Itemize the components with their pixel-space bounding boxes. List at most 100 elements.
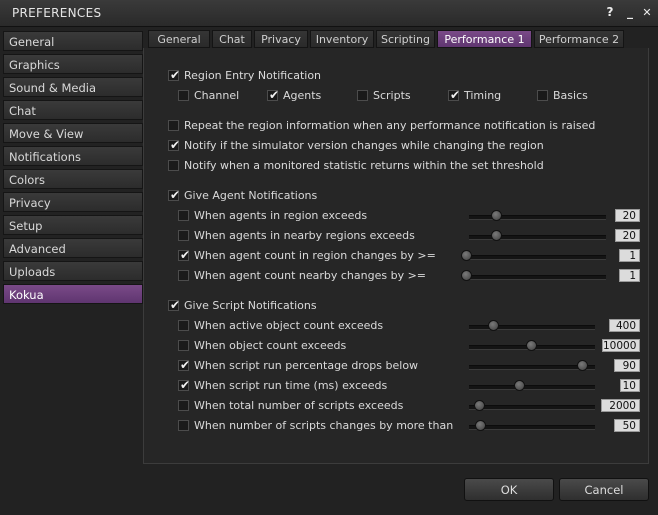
checkbox-label: Notify when a monitored statistic return… bbox=[184, 159, 544, 172]
checkbox[interactable]: ✔ bbox=[178, 248, 191, 262]
checkbox[interactable] bbox=[537, 90, 548, 101]
script-threshold-2-slider[interactable] bbox=[469, 338, 595, 354]
checkbox[interactable]: ✔ bbox=[178, 378, 191, 392]
sidebar-item-uploads[interactable]: Uploads bbox=[3, 261, 143, 281]
slider-track bbox=[469, 425, 595, 430]
tab-general[interactable]: General bbox=[148, 30, 210, 48]
checkbox-label: When active object count exceeds bbox=[194, 319, 384, 332]
checkbox[interactable]: ✔ bbox=[267, 88, 279, 102]
checkmark-icon: ✔ bbox=[169, 188, 181, 202]
checkmark-icon: ✔ bbox=[179, 248, 191, 262]
sidebar-item-general[interactable]: General bbox=[3, 31, 143, 51]
checkbox[interactable] bbox=[168, 120, 179, 131]
slider-thumb[interactable] bbox=[461, 270, 472, 281]
script-threshold-3-slider[interactable] bbox=[469, 358, 595, 374]
tab-chat[interactable]: Chat bbox=[212, 30, 252, 48]
ok-button[interactable]: OK bbox=[464, 478, 554, 501]
checkbox-label: When agent count in region changes by >= bbox=[194, 249, 436, 262]
agent-threshold-3-slider[interactable] bbox=[461, 248, 606, 264]
checkbox-label: Notify if the simulator version changes … bbox=[184, 139, 544, 152]
help-icon[interactable]: ? bbox=[603, 5, 617, 20]
sidebar-item-notifications[interactable]: Notifications bbox=[3, 146, 143, 166]
script-threshold-3-value[interactable]: 90 bbox=[614, 359, 640, 372]
slider-track bbox=[469, 365, 595, 370]
checkbox[interactable] bbox=[178, 270, 189, 281]
tab-performance-1[interactable]: Performance 1 bbox=[437, 30, 532, 48]
agent-threshold-1-slider[interactable] bbox=[469, 208, 606, 224]
script-threshold-4-slider[interactable] bbox=[469, 378, 595, 394]
checkbox-label: Scripts bbox=[373, 89, 411, 102]
sidebar-item-sound-media[interactable]: Sound & Media bbox=[3, 77, 143, 97]
checkbox[interactable] bbox=[168, 160, 179, 171]
checkbox-label: When total number of scripts exceeds bbox=[194, 399, 404, 412]
title-bar[interactable]: PREFERENCES ? _ ✕ bbox=[0, 0, 658, 27]
sidebar-item-kokua[interactable]: Kokua bbox=[3, 284, 143, 304]
sidebar-item-label: Setup bbox=[9, 219, 43, 233]
cancel-button[interactable]: Cancel bbox=[559, 478, 649, 501]
tab-performance-2[interactable]: Performance 2 bbox=[534, 30, 624, 48]
checkmark-icon: ✔ bbox=[179, 378, 191, 392]
checkbox[interactable] bbox=[178, 340, 189, 351]
slider-thumb[interactable] bbox=[461, 250, 472, 261]
checkbox-label: When number of scripts changes by more t… bbox=[194, 419, 454, 432]
agent-threshold-3-value[interactable]: 1 bbox=[619, 249, 640, 262]
minimize-icon[interactable]: _ bbox=[623, 5, 637, 20]
sidebar-item-chat[interactable]: Chat bbox=[3, 100, 143, 120]
checkbox[interactable] bbox=[178, 90, 189, 101]
agent-threshold-4-slider[interactable] bbox=[461, 268, 606, 284]
checkbox[interactable]: ✔ bbox=[168, 138, 180, 152]
script-threshold-2-value[interactable]: 10000 bbox=[602, 339, 640, 352]
checkbox[interactable] bbox=[178, 320, 189, 331]
script-threshold-6-slider[interactable] bbox=[469, 418, 595, 434]
checkbox[interactable]: ✔ bbox=[178, 358, 190, 372]
script-threshold-6-value[interactable]: 50 bbox=[614, 419, 640, 432]
sidebar-item-move-view[interactable]: Move & View bbox=[3, 123, 143, 143]
slider-thumb[interactable] bbox=[487, 320, 499, 331]
sidebar-item-label: Notifications bbox=[9, 150, 81, 164]
checkbox[interactable] bbox=[357, 90, 368, 101]
checkbox-label: Agents bbox=[283, 89, 322, 102]
checkbox[interactable] bbox=[178, 230, 189, 241]
checkbox[interactable]: ✔ bbox=[448, 88, 461, 102]
sidebar-item-label: Privacy bbox=[9, 196, 51, 210]
sidebar-item-colors[interactable]: Colors bbox=[3, 169, 143, 189]
checkbox[interactable]: ✔ bbox=[168, 188, 181, 202]
checkbox[interactable] bbox=[178, 420, 189, 431]
slider-thumb[interactable] bbox=[474, 400, 486, 411]
slider-track bbox=[466, 255, 606, 260]
sidebar-item-label: Colors bbox=[9, 173, 46, 187]
sidebar-item-setup[interactable]: Setup bbox=[3, 215, 143, 235]
checkbox-label: Give Agent Notifications bbox=[184, 189, 318, 202]
slider-track bbox=[469, 235, 606, 240]
agent-threshold-4-value[interactable]: 1 bbox=[619, 269, 640, 282]
checkbox[interactable]: ✔ bbox=[168, 68, 181, 82]
checkbox[interactable] bbox=[178, 400, 189, 411]
agent-threshold-2-value[interactable]: 20 bbox=[615, 229, 640, 242]
agent-threshold-2-slider[interactable] bbox=[469, 228, 606, 244]
agent-threshold-1-value[interactable]: 20 bbox=[615, 209, 640, 222]
category-sidebar: General Graphics Sound & Media Chat Move & V… bbox=[3, 31, 143, 307]
checkmark-icon: ✔ bbox=[449, 88, 461, 102]
sidebar-item-label: Sound & Media bbox=[9, 81, 97, 95]
checkbox[interactable]: ✔ bbox=[168, 298, 180, 312]
checkmark-icon: ✔ bbox=[169, 68, 181, 82]
script-threshold-4-value[interactable]: 10 bbox=[620, 379, 640, 392]
sidebar-item-graphics[interactable]: Graphics bbox=[3, 54, 143, 74]
sidebar-item-advanced[interactable]: Advanced bbox=[3, 238, 143, 258]
script-threshold-1-slider[interactable] bbox=[469, 318, 595, 334]
sidebar-item-privacy[interactable]: Privacy bbox=[3, 192, 143, 212]
slider-thumb[interactable] bbox=[525, 340, 537, 351]
close-icon[interactable]: ✕ bbox=[640, 5, 654, 20]
sidebar-item-label: Advanced bbox=[9, 242, 66, 256]
checkbox-label: Basics bbox=[553, 89, 588, 102]
tab-inventory[interactable]: Inventory bbox=[310, 30, 374, 48]
tab-privacy[interactable]: Privacy bbox=[254, 30, 308, 48]
script-threshold-1-value[interactable]: 400 bbox=[609, 319, 640, 332]
sidebar-item-label: Graphics bbox=[9, 58, 60, 72]
checkbox[interactable] bbox=[178, 210, 189, 221]
script-threshold-5-slider[interactable] bbox=[469, 398, 595, 414]
tab-scripting[interactable]: Scripting bbox=[376, 30, 435, 48]
checkbox-label: Give Script Notifications bbox=[184, 299, 317, 312]
checkbox-label: Channel bbox=[194, 89, 240, 102]
script-threshold-5-value[interactable]: 2000 bbox=[601, 399, 640, 412]
